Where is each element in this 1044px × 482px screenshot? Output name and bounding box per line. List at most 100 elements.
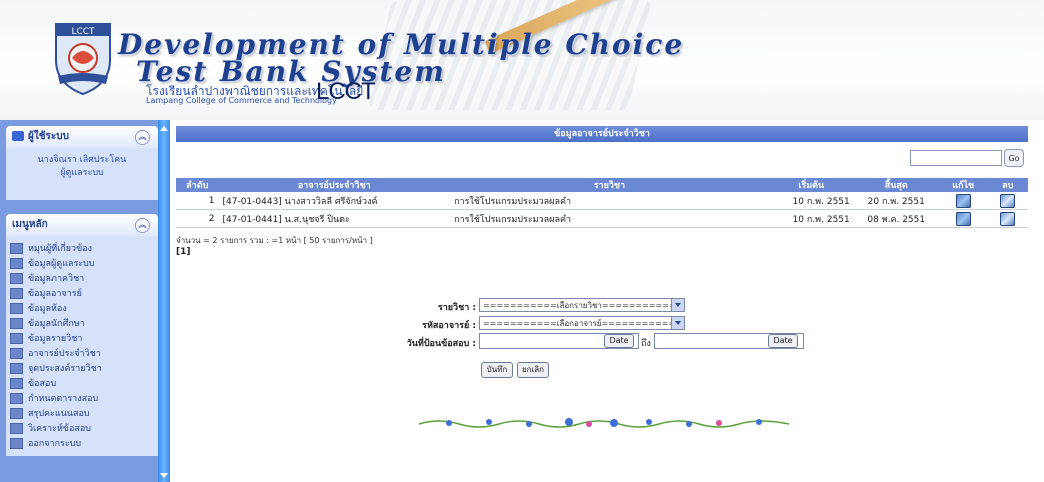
col-header-delete: ลบ [987,178,1028,192]
col-header-start: เริ่มต้น [768,178,854,192]
menu-item-subject-objectives[interactable]: จุดประสงค์รายวิชา [10,362,154,377]
header-banner: LCCT Development of Multiple Choice Test… [0,0,1044,120]
cell-no: 1 [176,192,219,210]
search-row: Go [176,142,1028,178]
school-logo: LCCT [55,23,111,96]
scroll-up-icon[interactable] [160,126,168,131]
user-box-title: ผู้ใช้ระบบ [28,131,69,142]
menu-item-label: ออกจากระบบ [28,439,82,449]
menu-item-logout[interactable]: ออกจากระบบ [10,437,154,452]
cell-subject: การใช้โปรแกรมประมวลผลคำ [450,192,769,210]
chevron-down-icon [671,317,684,329]
entry-form: รายวิชา : ===========เลือกรายวิชา=======… [176,296,1028,416]
cell-end: 08 พ.ค. 2551 [853,209,939,228]
collapse-user-box-button[interactable]: ︽ [135,130,150,145]
menu-item-rooms[interactable]: ข้อมูลห้อง [10,302,154,317]
user-box-header: ผู้ใช้ระบบ ︽ [6,126,158,148]
delete-icon[interactable] [1000,211,1016,226]
main-menu-header: เมนูหลัก ︽ [6,214,158,236]
pager[interactable]: [1] [176,247,1028,257]
users-icon [12,131,24,141]
menu-item-students[interactable]: ข้อมูลนักศึกษา [10,317,154,332]
cell-end: 20 ก.พ. 2551 [853,192,939,210]
menu-item-label: ข้อมูลห้อง [28,304,67,314]
menu-icon [10,393,23,404]
edit-icon[interactable] [955,193,971,208]
cell-start: 10 ก.พ. 2551 [768,209,854,228]
menu-icon [10,303,23,314]
table-header-row: ลำดับ อาจารย์ประจำวิชา รายวิชา เริ่มต้น … [176,178,1028,192]
flower-divider [419,418,789,428]
menu-item-label: จุดประสงค์รายวิชา [28,364,102,374]
cell-no: 2 [176,209,219,228]
subject-teacher-table: ลำดับ อาจารย์ประจำวิชา รายวิชา เริ่มต้น … [176,178,1028,228]
menu-icon [10,318,23,329]
teacher-select-value: ===========เลือกอาจารย์=========== [483,319,676,328]
sidebar-scrollbar[interactable] [158,120,170,482]
menu-item-label: ข้อมูลภาควิชา [28,274,85,284]
to-label: ถึง [641,339,651,349]
menu-icon [10,333,23,344]
main-menu-title: เมนูหลัก [12,219,48,230]
brand-lcct: LCCT [316,78,376,105]
cancel-button[interactable]: ยกเลิก [517,362,549,378]
cell-start: 10 ก.พ. 2551 [768,192,854,210]
menu-item-label: ข้อมูลนักศึกษา [28,319,85,329]
collapse-menu-button[interactable]: ︽ [135,218,150,233]
school-name-english: Lampang College of Commerce and Technolo… [146,96,337,105]
menu-item-exam-schedule[interactable]: กำหนดตารางสอบ [10,392,154,407]
cell-teacher: [47-01-0443] นางสาววิลลี ศรีจักษ์วงค์ [218,192,451,210]
menu-item-exam-analysis[interactable]: วิเคราะห์ข้อสอบ [10,422,154,437]
menu-item-departments[interactable]: ข้อมูลภาควิชา [10,272,154,287]
col-header-edit: แก้ไข [938,178,988,192]
cell-edit [938,192,988,210]
menu-item-label: กำหนดตารางสอบ [28,394,99,404]
menu-item-subject-teachers[interactable]: อาจารย์ประจำวิชา [10,347,154,362]
menu-icon [10,348,23,359]
logo-text: LCCT [71,27,95,37]
user-box-body: นางจิณรา เลิศประโคน ผู้ดูแลระบบ [6,148,158,200]
table-row: 1 [47-01-0443] นางสาววิลลี ศรีจักษ์วงค์ … [176,192,1028,210]
cell-teacher: [47-01-0441] น.ส.นุชจรี ปินตะ [218,209,451,228]
go-button[interactable]: Go [1004,149,1024,167]
record-summary: จำนวน = 2 รายการ รวม : =1 หน้า [ 50 รายก… [176,236,373,245]
scroll-down-icon[interactable] [160,473,168,478]
menu-item-exams[interactable]: ข้อสอบ [10,377,154,392]
user-name: นางจิณรา เลิศประโคน [37,155,127,165]
save-button[interactable]: บันทึก [481,362,513,378]
menu-item-label: ข้อมูลรายวิชา [28,334,83,344]
main-menu-box: เมนูหลัก ︽ หมุนผู้ที่เกี่ยวข้อง ข้อมูลผู… [6,214,158,456]
subject-select[interactable]: ===========เลือกรายวิชา=========== [479,298,685,312]
menu-icon [10,288,23,299]
teacher-select[interactable]: ===========เลือกอาจารย์=========== [479,316,685,330]
cell-subject: การใช้โปรแกรมประมวลผลคำ [450,209,769,228]
menu-item-teachers[interactable]: ข้อมูลอาจารย์ [10,287,154,302]
main-menu-body: หมุนผู้ที่เกี่ยวข้อง ข้อมูลผู้ดูแลระบบ ข… [6,236,158,456]
date-label: วันที่ป้อนข้อสอบ : [406,339,476,349]
menu-item-label: อาจารย์ประจำวิชา [28,349,101,359]
subject-label: รายวิชา : [437,303,476,313]
menu-icon [10,273,23,284]
table-row: 2 [47-01-0441] น.ส.นุชจรี ปินตะ การใช้โป… [176,209,1028,228]
user-box: ผู้ใช้ระบบ ︽ นางจิณรา เลิศประโคน ผู้ดูแล… [6,126,158,200]
menu-item-related[interactable]: หมุนผู้ที่เกี่ยวข้อง [10,242,154,257]
subject-select-value: ===========เลือกรายวิชา=========== [483,301,676,310]
menu-item-label: ข้อสอบ [28,379,57,389]
menu-icon [10,423,23,434]
col-header-subject: รายวิชา [450,178,769,192]
col-header-end: สิ้นสุด [853,178,939,192]
main-content: ข้อมูลอาจารย์ประจำวิชา Go ลำดับ อาจารย์ป… [176,126,1028,428]
end-date-button[interactable]: Date [768,334,798,348]
user-role: ผู้ดูแลระบบ [60,168,104,178]
chevron-down-icon [671,299,684,311]
menu-item-label: ข้อมูลผู้ดูแลระบบ [28,259,95,269]
page-title: ข้อมูลอาจารย์ประจำวิชา [176,126,1028,142]
start-date-button[interactable]: Date [604,334,634,348]
delete-icon[interactable] [1000,193,1016,208]
menu-item-subjects[interactable]: ข้อมูลรายวิชา [10,332,154,347]
menu-item-admins[interactable]: ข้อมูลผู้ดูแลระบบ [10,257,154,272]
search-input[interactable] [910,150,1002,166]
edit-icon[interactable] [955,211,971,226]
menu-item-score-summary[interactable]: สรุปคะแนนสอบ [10,407,154,422]
menu-icon [10,438,23,449]
